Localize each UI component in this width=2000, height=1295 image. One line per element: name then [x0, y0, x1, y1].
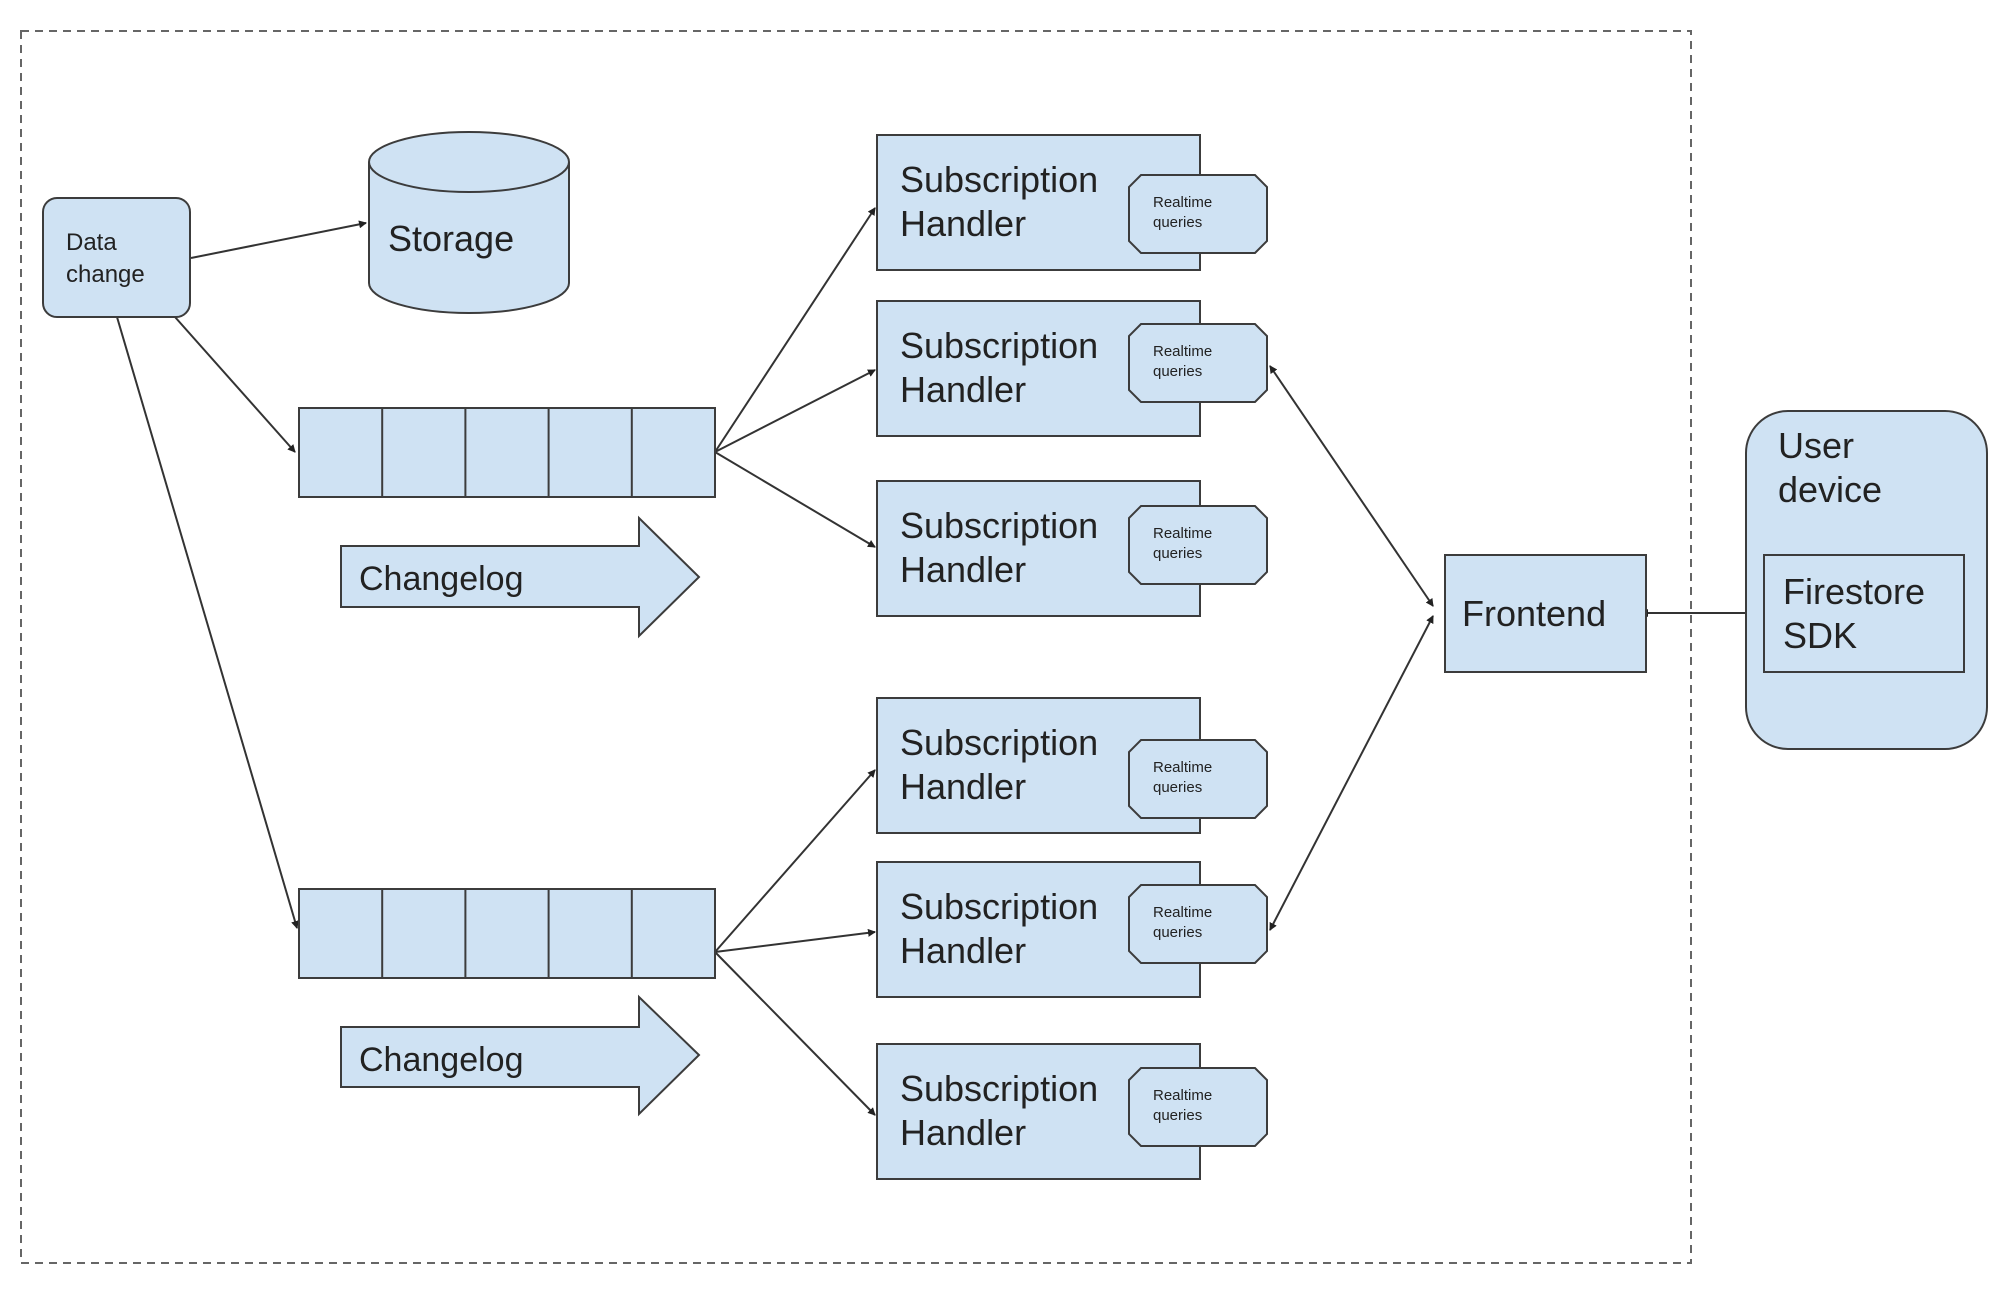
- realtime-queries-box[interactable]: Realtime queries: [1128, 174, 1268, 254]
- realtime-queries-line2: queries: [1153, 545, 1202, 562]
- handler-label-line2: Handler: [900, 369, 1026, 410]
- realtime-queries-line1: Realtime: [1153, 194, 1212, 211]
- server-boundary: [20, 30, 1692, 1264]
- realtime-queries-box[interactable]: Realtime queries: [1128, 884, 1268, 964]
- user-device-label-line1: User: [1778, 425, 1854, 466]
- queue-frame: [298, 407, 716, 498]
- realtime-queries-line1: Realtime: [1153, 904, 1212, 921]
- handler-label-line1: Subscription: [900, 722, 1098, 763]
- realtime-queries-box[interactable]: Realtime queries: [1128, 323, 1268, 403]
- handler-label-line1: Subscription: [900, 159, 1098, 200]
- edge-changelog2-handler-5: [714, 928, 876, 953]
- realtime-queries-line2: queries: [1153, 363, 1202, 380]
- realtime-queries-line1: Realtime: [1153, 759, 1212, 776]
- changelog-arrow-2: Changelog: [340, 994, 701, 1117]
- edge-datachange-storage: [190, 220, 367, 259]
- realtime-queries-line1: Realtime: [1153, 1087, 1212, 1104]
- realtime-queries-box[interactable]: Realtime queries: [1128, 739, 1268, 819]
- data-change-label-line1: Data: [66, 229, 117, 256]
- subscription-handler-1[interactable]: Subscription Handler Realtime queries: [876, 134, 1268, 271]
- edge-changelog2-handler-6: [714, 951, 876, 1116]
- subscription-handler-5[interactable]: Subscription Handler Realtime queries: [876, 861, 1268, 998]
- edge-handler2-frontend: [1269, 365, 1434, 607]
- edge-changelog1-handler-2: [714, 369, 876, 453]
- frontend-node[interactable]: Frontend: [1444, 554, 1647, 673]
- handler-label-line2: Handler: [900, 549, 1026, 590]
- realtime-queries-line1: Realtime: [1153, 525, 1212, 542]
- changelog-queue-1[interactable]: [298, 407, 716, 498]
- edge-datachange-changelog-2: [116, 316, 299, 929]
- firestore-sdk-label-line1: Firestore: [1783, 571, 1925, 612]
- subscription-handlers: Subscription HandlerRealtime queriesSubscr…: [876, 134, 1268, 1180]
- changelog-queue-2[interactable]: [298, 888, 716, 979]
- realtime-queries-box[interactable]: Realtime queries: [1128, 505, 1268, 585]
- storage-node[interactable]: Storage: [368, 131, 570, 314]
- realtime-queries-line2: queries: [1153, 924, 1202, 941]
- edge-handler5-frontend: [1269, 615, 1434, 931]
- user-device-label-line2: device: [1778, 469, 1882, 510]
- firestore-sdk-label-line2: SDK: [1783, 615, 1857, 656]
- realtime-queries-line2: queries: [1153, 214, 1202, 231]
- frontend-label: Frontend: [1462, 593, 1606, 634]
- edge-changelog2-handler-4: [714, 769, 876, 953]
- architecture-diagram: Data change Storage Changelog Changelog S…: [0, 0, 2000, 1295]
- changelog-arrow-1: Changelog: [340, 515, 701, 639]
- realtime-queries-line2: queries: [1153, 779, 1202, 796]
- edge-changelog1-handler-1: [714, 207, 876, 453]
- realtime-queries-line1: Realtime: [1153, 343, 1212, 360]
- subscription-handler-4[interactable]: Subscription Handler Realtime queries: [876, 697, 1268, 834]
- handler-label-line2: Handler: [900, 930, 1026, 971]
- handler-label-line1: Subscription: [900, 1068, 1098, 1109]
- handler-label-line2: Handler: [900, 1112, 1026, 1153]
- data-change-node[interactable]: Data change: [42, 197, 191, 318]
- handler-label-line2: Handler: [900, 766, 1026, 807]
- subscription-handler-3[interactable]: Subscription Handler Realtime queries: [876, 480, 1268, 617]
- handler-label-line1: Subscription: [900, 505, 1098, 546]
- firestore-sdk-node[interactable]: Firestore SDK: [1763, 554, 1965, 673]
- realtime-queries-line2: queries: [1153, 1107, 1202, 1124]
- handler-label-line1: Subscription: [900, 325, 1098, 366]
- storage-label: Storage: [388, 218, 514, 259]
- subscription-handler-2[interactable]: Subscription Handler Realtime queries: [876, 300, 1268, 437]
- changelog-label-2: Changelog: [359, 1041, 523, 1079]
- realtime-queries-box[interactable]: Realtime queries: [1128, 1067, 1268, 1147]
- data-change-label-line2: change: [66, 261, 145, 288]
- queue-frame: [298, 888, 716, 979]
- handler-label-line2: Handler: [900, 203, 1026, 244]
- handler-label-line1: Subscription: [900, 886, 1098, 927]
- diagram-canvas: Data change Storage Changelog Changelog S…: [20, 30, 1988, 1264]
- subscription-handler-6[interactable]: Subscription Handler Realtime queries: [876, 1043, 1268, 1180]
- edge-datachange-changelog-1: [174, 316, 296, 453]
- changelog-label-1: Changelog: [359, 560, 523, 598]
- edge-changelog1-handler-3: [714, 451, 876, 548]
